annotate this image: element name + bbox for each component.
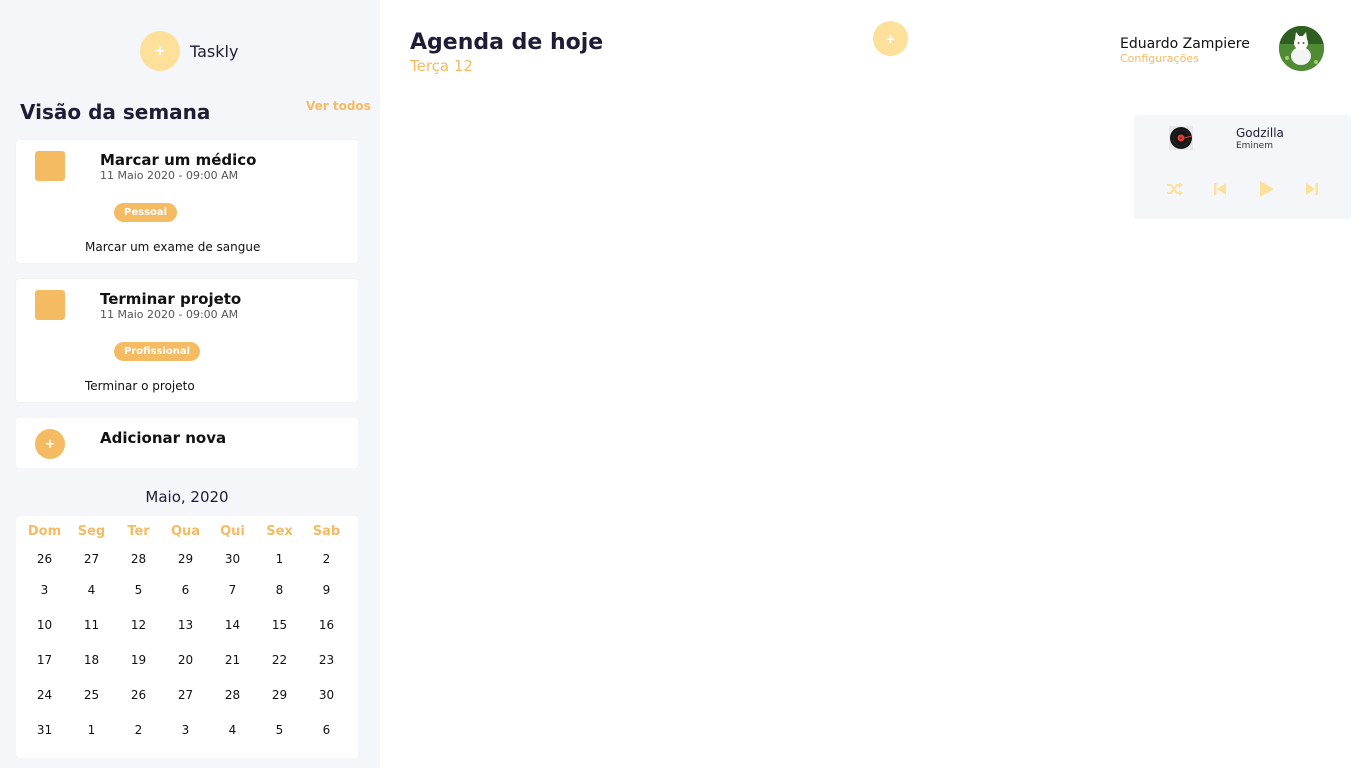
task-description: Terminar o projeto (85, 379, 195, 393)
calendar: Dom Seg Ter Qua Qui Sex Sab 26 27 28 29 30 1 2… (16, 516, 358, 758)
calendar-day[interactable]: 26 (21, 544, 68, 574)
task-checkbox[interactable] (35, 290, 65, 320)
calendar-day[interactable]: 23 (303, 644, 350, 679)
calendar-day[interactable]: 29 (162, 544, 209, 574)
song-title: Godzilla (1236, 126, 1284, 140)
calendar-day[interactable]: 26 (115, 679, 162, 714)
calendar-day[interactable]: 22 (256, 644, 303, 679)
calendar-day[interactable]: 4 (209, 714, 256, 749)
calendar-day[interactable]: 2 (115, 714, 162, 749)
music-player: Godzilla Eminem (1134, 115, 1351, 219)
calendar-day[interactable]: 27 (68, 544, 115, 574)
calendar-day[interactable]: 28 (115, 544, 162, 574)
calendar-day[interactable]: 29 (256, 679, 303, 714)
page-title: Agenda de hoje (410, 30, 604, 55)
shuffle-icon[interactable] (1164, 179, 1184, 199)
calendar-day[interactable]: 3 (162, 714, 209, 749)
task-tag: Profissional (114, 342, 201, 361)
previous-icon[interactable] (1210, 179, 1230, 199)
vinyl-icon (1169, 126, 1193, 150)
calendar-day[interactable]: 11 (68, 609, 115, 644)
task-title: Terminar projeto (100, 290, 242, 308)
calendar-day[interactable]: 4 (68, 574, 115, 609)
calendar-day[interactable]: 3 (21, 574, 68, 609)
task-title: Marcar um médico (100, 151, 257, 169)
calendar-day[interactable]: 14 (209, 609, 256, 644)
weekday-label: Qua (170, 524, 201, 539)
weekday-label: Ter (127, 524, 150, 539)
calendar-day[interactable]: 2 (303, 544, 350, 574)
calendar-grid: Dom Seg Ter Qua Qui Sex Sab 26 27 28 29 30 1 2… (21, 524, 350, 749)
calendar-day[interactable]: 5 (256, 714, 303, 749)
calendar-day[interactable]: 30 (209, 544, 256, 574)
calendar-day[interactable]: 19 (115, 644, 162, 679)
task-tag: Pessoal (114, 203, 178, 222)
weekday-label: Dom (27, 524, 62, 539)
calendar-day[interactable]: 13 (162, 609, 209, 644)
next-icon[interactable] (1302, 179, 1322, 199)
weekday-label: Sex (266, 524, 293, 539)
calendar-day[interactable]: 18 (68, 644, 115, 679)
calendar-day[interactable]: 15 (256, 609, 303, 644)
task-checkbox[interactable] (35, 151, 65, 181)
calendar-day[interactable]: 9 (303, 574, 350, 609)
weekday-label: Sab (312, 524, 341, 539)
calendar-day[interactable]: 30 (303, 679, 350, 714)
task-description: Marcar um exame de sangue (85, 240, 261, 254)
calendar-day[interactable]: 10 (21, 609, 68, 644)
calendar-day[interactable]: 28 (209, 679, 256, 714)
calendar-day[interactable]: 31 (21, 714, 68, 749)
calendar-day[interactable]: 6 (303, 714, 350, 749)
calendar-day[interactable]: 1 (256, 544, 303, 574)
calendar-day[interactable]: 16 (303, 609, 350, 644)
app-name: Taskly (190, 41, 239, 61)
task-date: 11 Maio 2020 - 09:00 AM (100, 308, 239, 321)
calendar-day[interactable]: 8 (256, 574, 303, 609)
app-logo[interactable]: + Taskly (140, 31, 238, 71)
page-subtitle-date: Terça 12 (410, 57, 473, 75)
play-icon[interactable] (1256, 179, 1276, 199)
add-new-task-button[interactable]: + Adicionar nova (16, 418, 358, 468)
calendar-day[interactable]: 12 (115, 609, 162, 644)
task-card[interactable]: Terminar projeto 11 Maio 2020 - 09:00 AM… (16, 279, 358, 402)
calendar-day[interactable]: 25 (68, 679, 115, 714)
calendar-day[interactable]: 20 (162, 644, 209, 679)
add-new-label: Adicionar nova (100, 429, 227, 447)
avatar[interactable] (1279, 26, 1324, 71)
sidebar: + Taskly Visão da semana Ver todos Marca… (0, 0, 380, 768)
weekday-label: Seg (77, 524, 106, 539)
add-event-button[interactable]: + (873, 21, 908, 56)
calendar-day[interactable]: 5 (115, 574, 162, 609)
task-date: 11 Maio 2020 - 09:00 AM (100, 169, 239, 182)
calendar-day[interactable]: 21 (209, 644, 256, 679)
calendar-month-title: Maio, 2020 (145, 488, 229, 506)
song-artist: Eminem (1236, 141, 1273, 151)
settings-link[interactable]: Configurações (1120, 52, 1199, 65)
week-overview-title: Visão da semana (20, 100, 211, 124)
weekday-label: Qui (220, 524, 245, 539)
calendar-day[interactable]: 27 (162, 679, 209, 714)
see-all-link[interactable]: Ver todos (306, 99, 371, 113)
calendar-day[interactable]: 17 (21, 644, 68, 679)
logo-icon: + (140, 31, 180, 71)
calendar-day[interactable]: 7 (209, 574, 256, 609)
calendar-day[interactable]: 6 (162, 574, 209, 609)
task-card[interactable]: Marcar um médico 11 Maio 2020 - 09:00 AM… (16, 140, 358, 263)
user-name: Eduardo Zampiere (1120, 36, 1250, 52)
cat-photo-avatar (1279, 26, 1324, 71)
calendar-day[interactable]: 24 (21, 679, 68, 714)
plus-icon: + (35, 429, 65, 459)
calendar-day[interactable]: 1 (68, 714, 115, 749)
